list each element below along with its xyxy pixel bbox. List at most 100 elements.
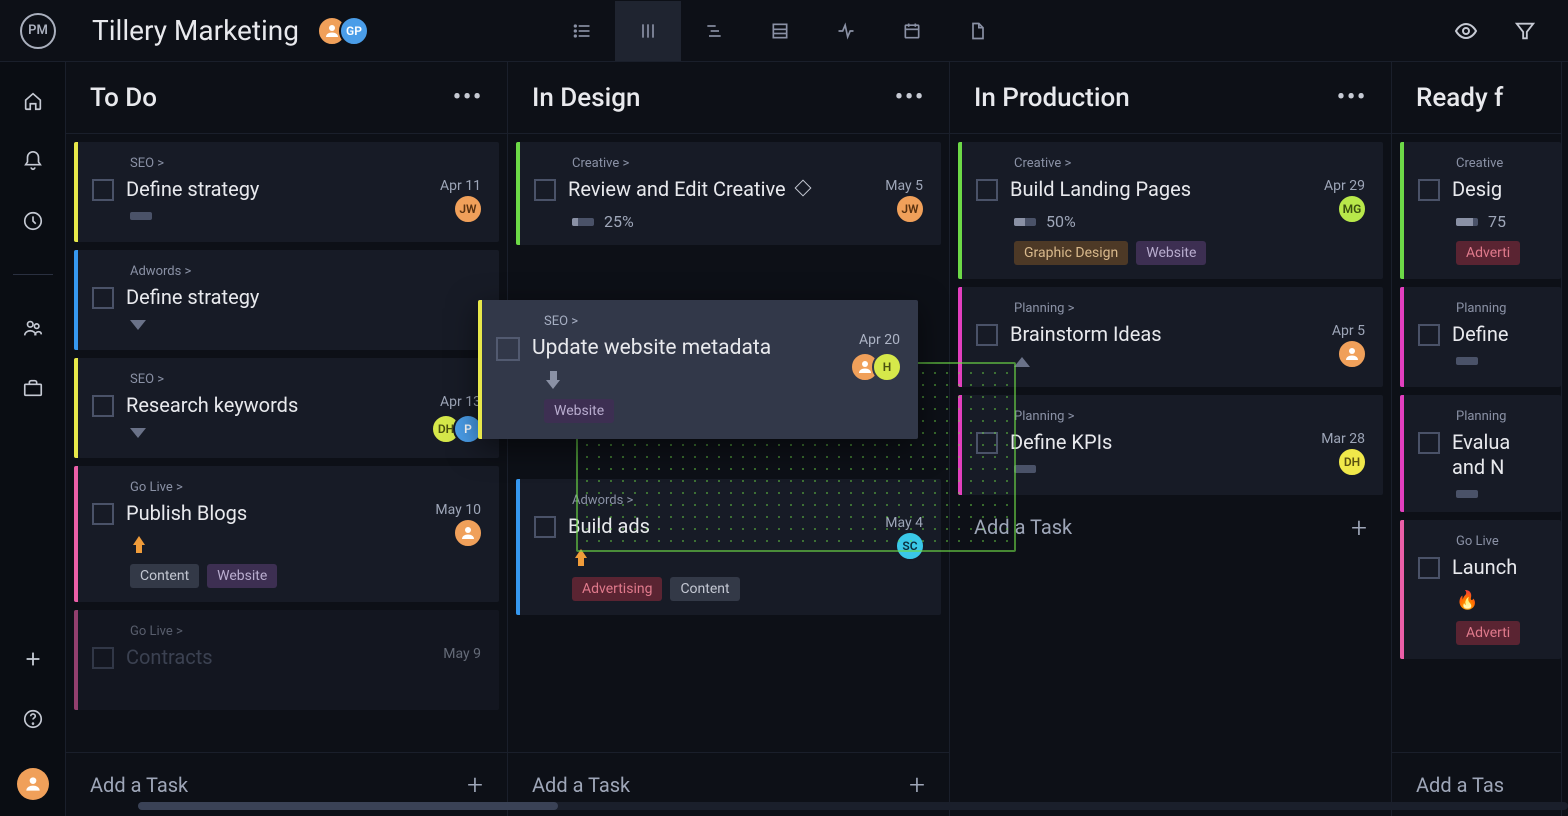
view-gantt-icon[interactable] bbox=[681, 1, 747, 61]
task-category[interactable]: SEO > bbox=[130, 372, 483, 387]
task-card[interactable]: Planning Define bbox=[1400, 287, 1561, 387]
project-title[interactable]: Tillery Marketing bbox=[92, 14, 299, 47]
view-calendar-icon[interactable] bbox=[879, 1, 945, 61]
tag[interactable]: Graphic Design bbox=[1014, 241, 1128, 265]
task-category[interactable]: Planning > bbox=[1014, 301, 1367, 316]
task-card[interactable]: Planning > Brainstorm Ideas Apr 5 bbox=[958, 287, 1383, 387]
column-menu-icon[interactable]: ••• bbox=[453, 85, 483, 110]
notifications-icon[interactable] bbox=[22, 150, 44, 172]
add-task-button[interactable]: Add a Task + bbox=[950, 495, 1391, 559]
tag[interactable]: Content bbox=[130, 564, 199, 588]
task-category[interactable]: Planning > bbox=[1014, 409, 1367, 424]
task-card[interactable]: Creative > Review and Edit Creative May … bbox=[516, 142, 941, 245]
tag[interactable]: Content bbox=[670, 577, 739, 601]
help-icon[interactable] bbox=[22, 708, 44, 730]
view-list-icon[interactable] bbox=[549, 1, 615, 61]
task-checkbox[interactable] bbox=[534, 516, 556, 538]
assignee-avatar[interactable]: JW bbox=[453, 194, 483, 224]
column-body[interactable]: Creative Desig 75 Adverti Planning Defin… bbox=[1392, 134, 1561, 752]
visibility-icon[interactable] bbox=[1454, 19, 1478, 43]
dragging-card[interactable]: SEO > Update website metadata Apr 20 H W… bbox=[478, 300, 918, 439]
tag[interactable]: Adverti bbox=[1456, 241, 1520, 265]
portfolio-icon[interactable] bbox=[22, 377, 44, 399]
task-checkbox[interactable] bbox=[92, 287, 114, 309]
kanban-board[interactable]: To Do ••• SEO > Define strategy Apr 11 J… bbox=[66, 62, 1568, 816]
task-card[interactable]: Go Live > Contracts May 9 bbox=[74, 610, 499, 710]
tag[interactable]: Adverti bbox=[1456, 621, 1520, 645]
task-checkbox[interactable] bbox=[92, 395, 114, 417]
add-icon[interactable] bbox=[22, 648, 44, 670]
task-checkbox[interactable] bbox=[976, 324, 998, 346]
task-title[interactable]: Update website metadata bbox=[532, 335, 902, 361]
home-icon[interactable] bbox=[22, 90, 44, 112]
team-icon[interactable] bbox=[22, 317, 44, 339]
task-title[interactable]: Research keywords bbox=[126, 393, 483, 418]
task-category[interactable]: Adwords > bbox=[130, 264, 483, 279]
task-category[interactable]: Planning bbox=[1456, 409, 1545, 424]
task-title[interactable]: Publish Blogs bbox=[126, 501, 483, 526]
view-board-icon[interactable] bbox=[615, 1, 681, 61]
task-title[interactable]: Build Landing Pages bbox=[1010, 177, 1367, 202]
task-card[interactable]: Adwords > Define strategy bbox=[74, 250, 499, 350]
task-title[interactable]: Define strategy bbox=[126, 285, 483, 310]
task-category[interactable]: Go Live bbox=[1456, 534, 1545, 549]
task-checkbox[interactable] bbox=[92, 179, 114, 201]
task-card[interactable]: Go Live > Publish Blogs May 10 Content W… bbox=[74, 466, 499, 602]
task-category[interactable]: Go Live > bbox=[130, 624, 483, 639]
column-body[interactable]: SEO > Define strategy Apr 11 JW Adwords … bbox=[66, 134, 507, 752]
task-checkbox[interactable] bbox=[976, 179, 998, 201]
recent-icon[interactable] bbox=[22, 210, 44, 232]
task-title[interactable]: Evalua and N bbox=[1452, 430, 1545, 480]
column-menu-icon[interactable]: ••• bbox=[895, 85, 925, 110]
task-card[interactable]: Planning Evalua and N bbox=[1400, 395, 1561, 512]
task-category[interactable]: Creative bbox=[1456, 156, 1545, 171]
column-body[interactable]: Creative > Build Landing Pages Apr 29 50… bbox=[950, 134, 1391, 816]
task-title[interactable]: Contracts bbox=[126, 645, 483, 670]
task-title[interactable]: Launch bbox=[1452, 555, 1545, 580]
filter-icon[interactable] bbox=[1514, 19, 1536, 43]
task-card[interactable]: Planning > Define KPIs Mar 28 DH bbox=[958, 395, 1383, 495]
task-checkbox[interactable] bbox=[92, 503, 114, 525]
task-category[interactable]: Creative > bbox=[572, 156, 925, 171]
user-avatar[interactable] bbox=[17, 768, 49, 800]
task-card[interactable]: Creative > Build Landing Pages Apr 29 50… bbox=[958, 142, 1383, 279]
app-logo[interactable]: PM bbox=[20, 13, 56, 49]
tag[interactable]: Advertising bbox=[572, 577, 662, 601]
task-checkbox[interactable] bbox=[1418, 557, 1440, 579]
task-title[interactable]: Brainstorm Ideas bbox=[1010, 322, 1367, 347]
task-title[interactable]: Define KPIs bbox=[1010, 430, 1367, 455]
task-checkbox[interactable] bbox=[1418, 432, 1440, 454]
view-sheet-icon[interactable] bbox=[747, 1, 813, 61]
task-card[interactable]: SEO > Research keywords Apr 13 DH P bbox=[74, 358, 499, 458]
task-card[interactable]: Go Live Launch 🔥 Adverti bbox=[1400, 520, 1561, 659]
avatar[interactable]: GP bbox=[339, 16, 369, 46]
assignee-avatar[interactable] bbox=[453, 518, 483, 548]
tag[interactable]: Website bbox=[1136, 241, 1206, 265]
assignee-avatar[interactable] bbox=[1337, 339, 1367, 369]
project-avatars[interactable]: GP bbox=[317, 16, 369, 46]
task-category[interactable]: Creative > bbox=[1014, 156, 1367, 171]
view-files-icon[interactable] bbox=[945, 1, 1011, 61]
assignee-avatar[interactable]: DH bbox=[1337, 447, 1367, 477]
task-title[interactable]: Review and Edit Creative bbox=[568, 177, 925, 202]
column-menu-icon[interactable]: ••• bbox=[1337, 85, 1367, 110]
tag[interactable]: Website bbox=[544, 399, 614, 423]
task-category[interactable]: Go Live > bbox=[130, 480, 483, 495]
task-title[interactable]: Desig bbox=[1452, 177, 1545, 202]
task-checkbox[interactable] bbox=[534, 179, 556, 201]
task-checkbox[interactable] bbox=[496, 337, 520, 361]
task-category[interactable]: SEO > bbox=[130, 156, 483, 171]
task-category[interactable]: SEO > bbox=[544, 314, 902, 329]
task-card[interactable]: SEO > Define strategy Apr 11 JW bbox=[74, 142, 499, 242]
task-checkbox[interactable] bbox=[1418, 324, 1440, 346]
scrollbar-thumb[interactable] bbox=[138, 802, 558, 810]
tag[interactable]: Website bbox=[207, 564, 277, 588]
assignee-avatar[interactable]: H bbox=[872, 352, 902, 382]
task-checkbox[interactable] bbox=[92, 647, 114, 669]
task-title[interactable]: Define bbox=[1452, 322, 1545, 347]
task-category[interactable]: Planning bbox=[1456, 301, 1545, 316]
task-checkbox[interactable] bbox=[1418, 179, 1440, 201]
assignee-avatar[interactable]: JW bbox=[895, 194, 925, 224]
horizontal-scrollbar[interactable] bbox=[138, 802, 1568, 810]
task-card[interactable]: Creative Desig 75 Adverti bbox=[1400, 142, 1561, 279]
